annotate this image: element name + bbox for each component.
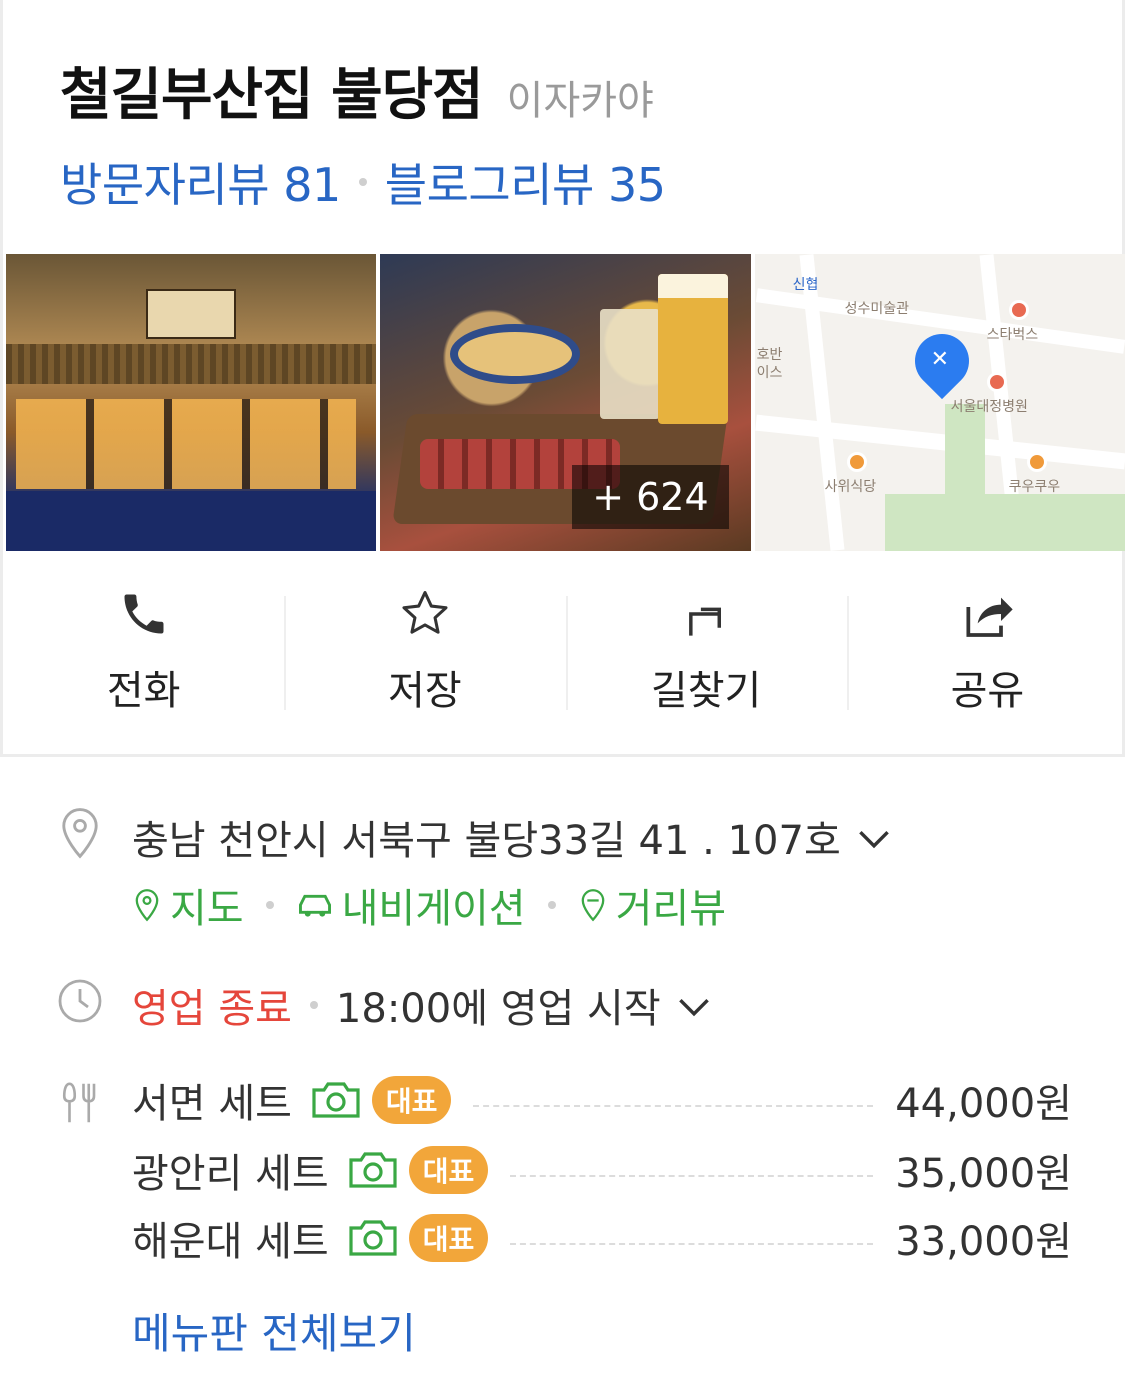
representative-badge: 대표 (371, 1076, 452, 1124)
fork-knife-icon: ✕ (930, 347, 950, 372)
save-label: 저장 (388, 668, 462, 714)
navigation-link-label: 내비게이션 (341, 886, 526, 932)
location-pin-icon (55, 808, 105, 859)
separator-dot (265, 901, 274, 909)
menu-item[interactable]: 광안리 세트 대표 35,000원 (132, 1140, 1072, 1200)
phone-icon (114, 586, 174, 642)
map-poi-icon (1008, 300, 1029, 320)
street-view-link[interactable]: 거리뷰 (578, 876, 726, 934)
street-view-link-label: 거리뷰 (615, 886, 727, 932)
photo-strip: + 624 신협 성수미술관 스타벅스 서울대정병원 사위식당 쿠우쿠우 호반 … (6, 254, 1125, 551)
directions-label: 길찾기 (650, 668, 762, 714)
map-label: 성수미술관 (844, 301, 910, 317)
dotted-leader (510, 1243, 874, 1245)
food-photo[interactable]: + 624 (380, 254, 751, 551)
dotted-leader (473, 1105, 874, 1107)
address-toggle[interactable]: 충남 천안시 서북구 불당33길 41 . 107호 (132, 808, 891, 866)
camera-icon (347, 1150, 399, 1190)
menu-item-name: 광안리 세트 (132, 1151, 329, 1197)
car-icon (298, 894, 331, 917)
business-status: 영업 종료 (132, 986, 292, 1032)
clock-icon (55, 976, 105, 1026)
call-button[interactable]: 전화 (3, 566, 284, 716)
map-poi-icon (986, 372, 1007, 392)
share-label: 공유 (950, 668, 1025, 714)
separator-dot (309, 1001, 318, 1009)
menu-item-name: 해운대 세트 (132, 1219, 329, 1265)
store-windows (16, 399, 356, 489)
place-header: 철길부산집 불당점 이자카야 방문자리뷰 81 블로그리뷰 35 (60, 50, 1102, 215)
hours-toggle[interactable]: 영업 종료 18:00에 영업 시작 (132, 976, 711, 1034)
action-bar: 전화 저장 길찾기 공유 (3, 566, 1125, 716)
dotted-leader (510, 1175, 874, 1177)
map-label: 스타벅스 (986, 327, 1039, 343)
beer-glass (658, 274, 729, 424)
menu-item-name: 서면 세트 (132, 1081, 292, 1127)
map-park (884, 494, 1125, 551)
star-icon (395, 586, 455, 642)
map-poi-icon (1026, 452, 1047, 472)
share-icon (957, 586, 1017, 642)
map-label: 쿠우쿠우 (1008, 479, 1061, 495)
share-button[interactable]: 공유 (846, 566, 1125, 716)
address-links: 지도 내비게이션 거리뷰 (132, 876, 726, 934)
map-thumbnail[interactable]: 신협 성수미술관 스타벅스 서울대정병원 사위식당 쿠우쿠우 호반 이스 ✕ (754, 254, 1125, 551)
map-park (944, 404, 985, 504)
place-summary-card: 철길부산집 불당점 이자카야 방문자리뷰 81 블로그리뷰 35 + 624 신… (0, 0, 1125, 757)
chevron-down-icon (857, 814, 891, 860)
map-poi-icon (846, 452, 867, 472)
navigation-link[interactable]: 내비게이션 (296, 876, 526, 934)
blog-reviews-link[interactable]: 블로그리뷰 35 (385, 149, 666, 215)
hours-row: 영업 종료 18:00에 영업 시작 (0, 970, 1125, 1040)
chevron-down-icon (677, 982, 711, 1028)
directions-button[interactable]: 길찾기 (565, 566, 847, 716)
map-label: 호반 (756, 347, 783, 363)
title-row: 철길부산집 불당점 이자카야 (60, 50, 1102, 131)
visitor-reviews-link[interactable]: 방문자리뷰 81 (60, 149, 341, 215)
representative-badge: 대표 (408, 1146, 489, 1194)
store-roof (6, 344, 377, 384)
highball-glass (600, 309, 661, 419)
map-label: 신협 (792, 277, 819, 293)
map-link[interactable]: 지도 (132, 876, 244, 934)
store-base (6, 491, 377, 551)
representative-badge: 대표 (408, 1214, 489, 1262)
separator-dot (547, 901, 556, 909)
call-label: 전화 (106, 668, 181, 714)
map-label: 서울대정병원 (950, 399, 1028, 415)
map-pin-icon (135, 889, 159, 922)
map-link-label: 지도 (170, 886, 244, 932)
camera-icon (310, 1080, 362, 1120)
food-bowl (450, 324, 581, 384)
store-sign (146, 289, 236, 339)
view-full-menu-link[interactable]: 메뉴판 전체보기 (132, 1300, 416, 1361)
menu-section: 서면 세트 대표 44,000원 광안리 세트 대표 35,000원 해운대 세… (0, 1070, 1125, 1358)
map-label: 이스 (756, 365, 783, 381)
storefront-photo[interactable] (6, 254, 377, 551)
menu-item-price: 35,000원 (895, 1151, 1072, 1197)
map-road (754, 414, 1125, 470)
save-button[interactable]: 저장 (284, 566, 565, 716)
menu-item-price: 33,000원 (895, 1219, 1072, 1265)
directions-icon (676, 586, 736, 642)
map-label: 사위식당 (824, 479, 877, 495)
menu-item[interactable]: 서면 세트 대표 44,000원 (132, 1070, 1072, 1130)
photo-count-badge[interactable]: + 624 (572, 465, 729, 529)
next-open-time: 18:00에 영업 시작 (335, 986, 661, 1032)
fork-knife-icon (55, 1078, 105, 1128)
place-category: 이자카야 (506, 78, 654, 124)
street-view-icon (581, 889, 604, 922)
place-name: 철길부산집 불당점 (60, 63, 484, 128)
menu-item-price: 44,000원 (895, 1081, 1072, 1127)
separator-dot (358, 178, 367, 186)
menu-item[interactable]: 해운대 세트 대표 33,000원 (132, 1208, 1072, 1268)
address-text: 충남 천안시 서북구 불당33길 41 . 107호 (132, 818, 841, 864)
review-row: 방문자리뷰 81 블로그리뷰 35 (60, 149, 1102, 215)
address-row: 충남 천안시 서북구 불당33길 41 . 107호 지도 내비게이션 거리뷰 (0, 790, 1125, 932)
camera-icon (347, 1218, 399, 1258)
